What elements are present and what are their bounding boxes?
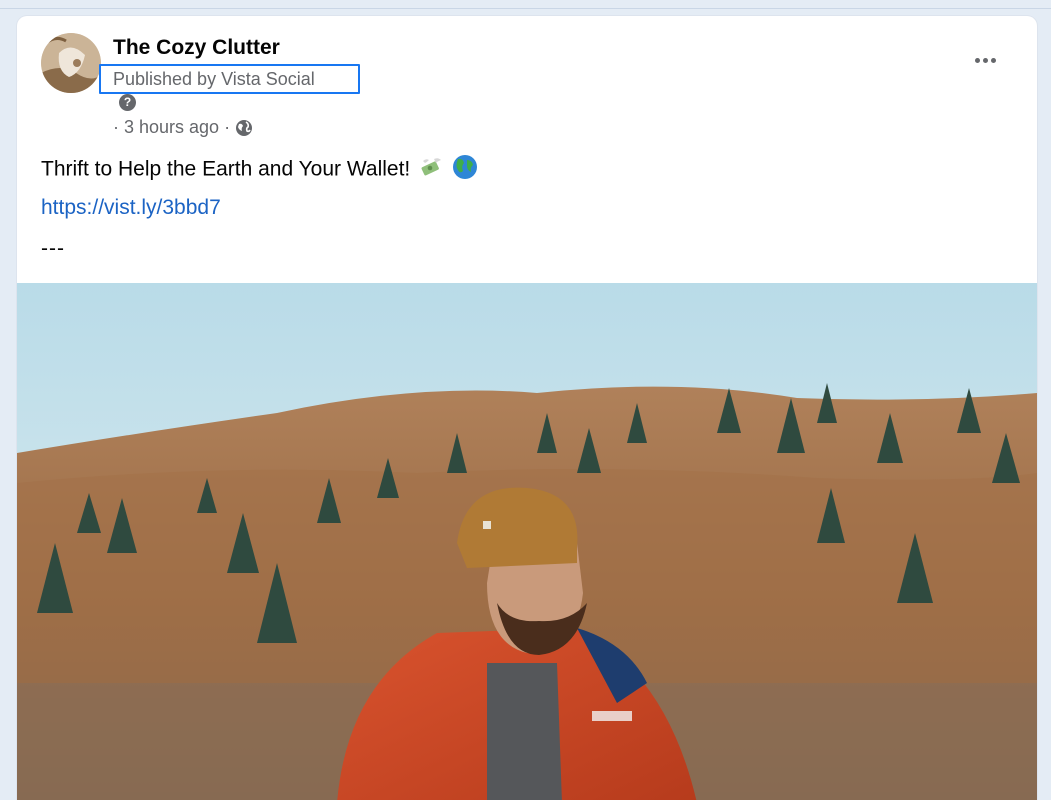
post-text: Thrift to Help the Earth and Your Wallet… <box>41 154 478 186</box>
publisher-label: Published by Vista Social <box>99 64 360 94</box>
post-photo[interactable] <box>17 283 1037 800</box>
publisher-label-text: Published by Vista Social <box>113 69 315 89</box>
post-meta: · 3 hours ago · <box>113 117 253 138</box>
globe-icon[interactable] <box>235 119 253 137</box>
page-avatar[interactable] <box>41 33 101 93</box>
post-timestamp[interactable]: 3 hours ago <box>124 117 219 138</box>
top-divider <box>0 8 1051 9</box>
meta-separator: · <box>113 117 119 137</box>
post-text-content: Thrift to Help the Earth and Your Wallet… <box>41 157 411 181</box>
money-with-wings-emoji <box>419 155 443 185</box>
post-link[interactable]: https://vist.ly/3bbd7 <box>41 196 221 220</box>
more-dot <box>990 57 996 63</box>
meta-separator: · <box>224 117 231 137</box>
post-separator-text: --- <box>41 237 65 260</box>
more-options-icon[interactable] <box>967 46 1003 74</box>
post-card: The Cozy Clutter Published by Vista Soci… <box>17 16 1037 800</box>
globe-emoji <box>452 154 478 186</box>
more-dot <box>974 57 980 63</box>
page-name[interactable]: The Cozy Clutter <box>113 36 280 60</box>
more-dot <box>982 57 988 63</box>
help-icon[interactable]: ? <box>119 94 136 111</box>
